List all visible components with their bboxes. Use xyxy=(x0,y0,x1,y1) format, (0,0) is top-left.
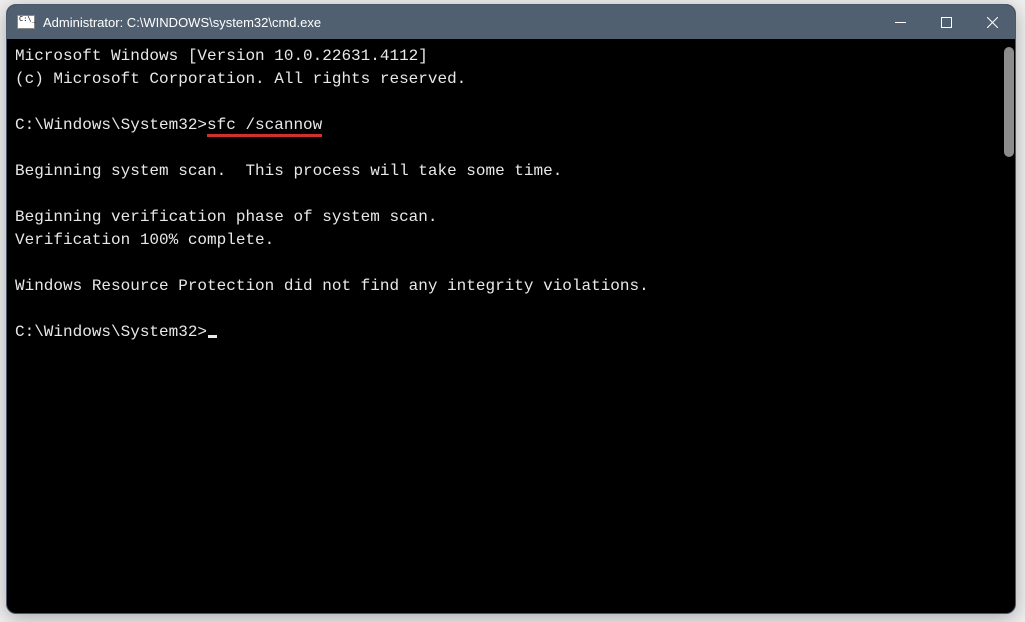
window-title: Administrator: C:\WINDOWS\system32\cmd.e… xyxy=(43,15,877,30)
typed-command: sfc /scannow xyxy=(207,116,322,137)
text-cursor xyxy=(208,335,217,338)
prompt-path: C:\Windows\System32> xyxy=(15,116,207,134)
terminal-output[interactable]: Microsoft Windows [Version 10.0.22631.41… xyxy=(11,39,1011,609)
window-controls xyxy=(877,5,1015,39)
prompt-path: C:\Windows\System32> xyxy=(15,323,207,341)
vertical-scrollbar-thumb[interactable] xyxy=(1004,47,1014,157)
output-line: Beginning system scan. This process will… xyxy=(15,162,562,180)
output-line: Microsoft Windows [Version 10.0.22631.41… xyxy=(15,47,428,65)
titlebar[interactable]: Administrator: C:\WINDOWS\system32\cmd.e… xyxy=(7,5,1015,39)
output-line: Windows Resource Protection did not find… xyxy=(15,277,649,295)
maximize-button[interactable] xyxy=(923,5,969,39)
output-line: Beginning verification phase of system s… xyxy=(15,208,437,226)
output-line: (c) Microsoft Corporation. All rights re… xyxy=(15,70,466,88)
minimize-button[interactable] xyxy=(877,5,923,39)
close-button[interactable] xyxy=(969,5,1015,39)
cmd-window: Administrator: C:\WINDOWS\system32\cmd.e… xyxy=(6,4,1016,614)
cmd-icon xyxy=(17,15,35,29)
output-line: Verification 100% complete. xyxy=(15,231,274,249)
